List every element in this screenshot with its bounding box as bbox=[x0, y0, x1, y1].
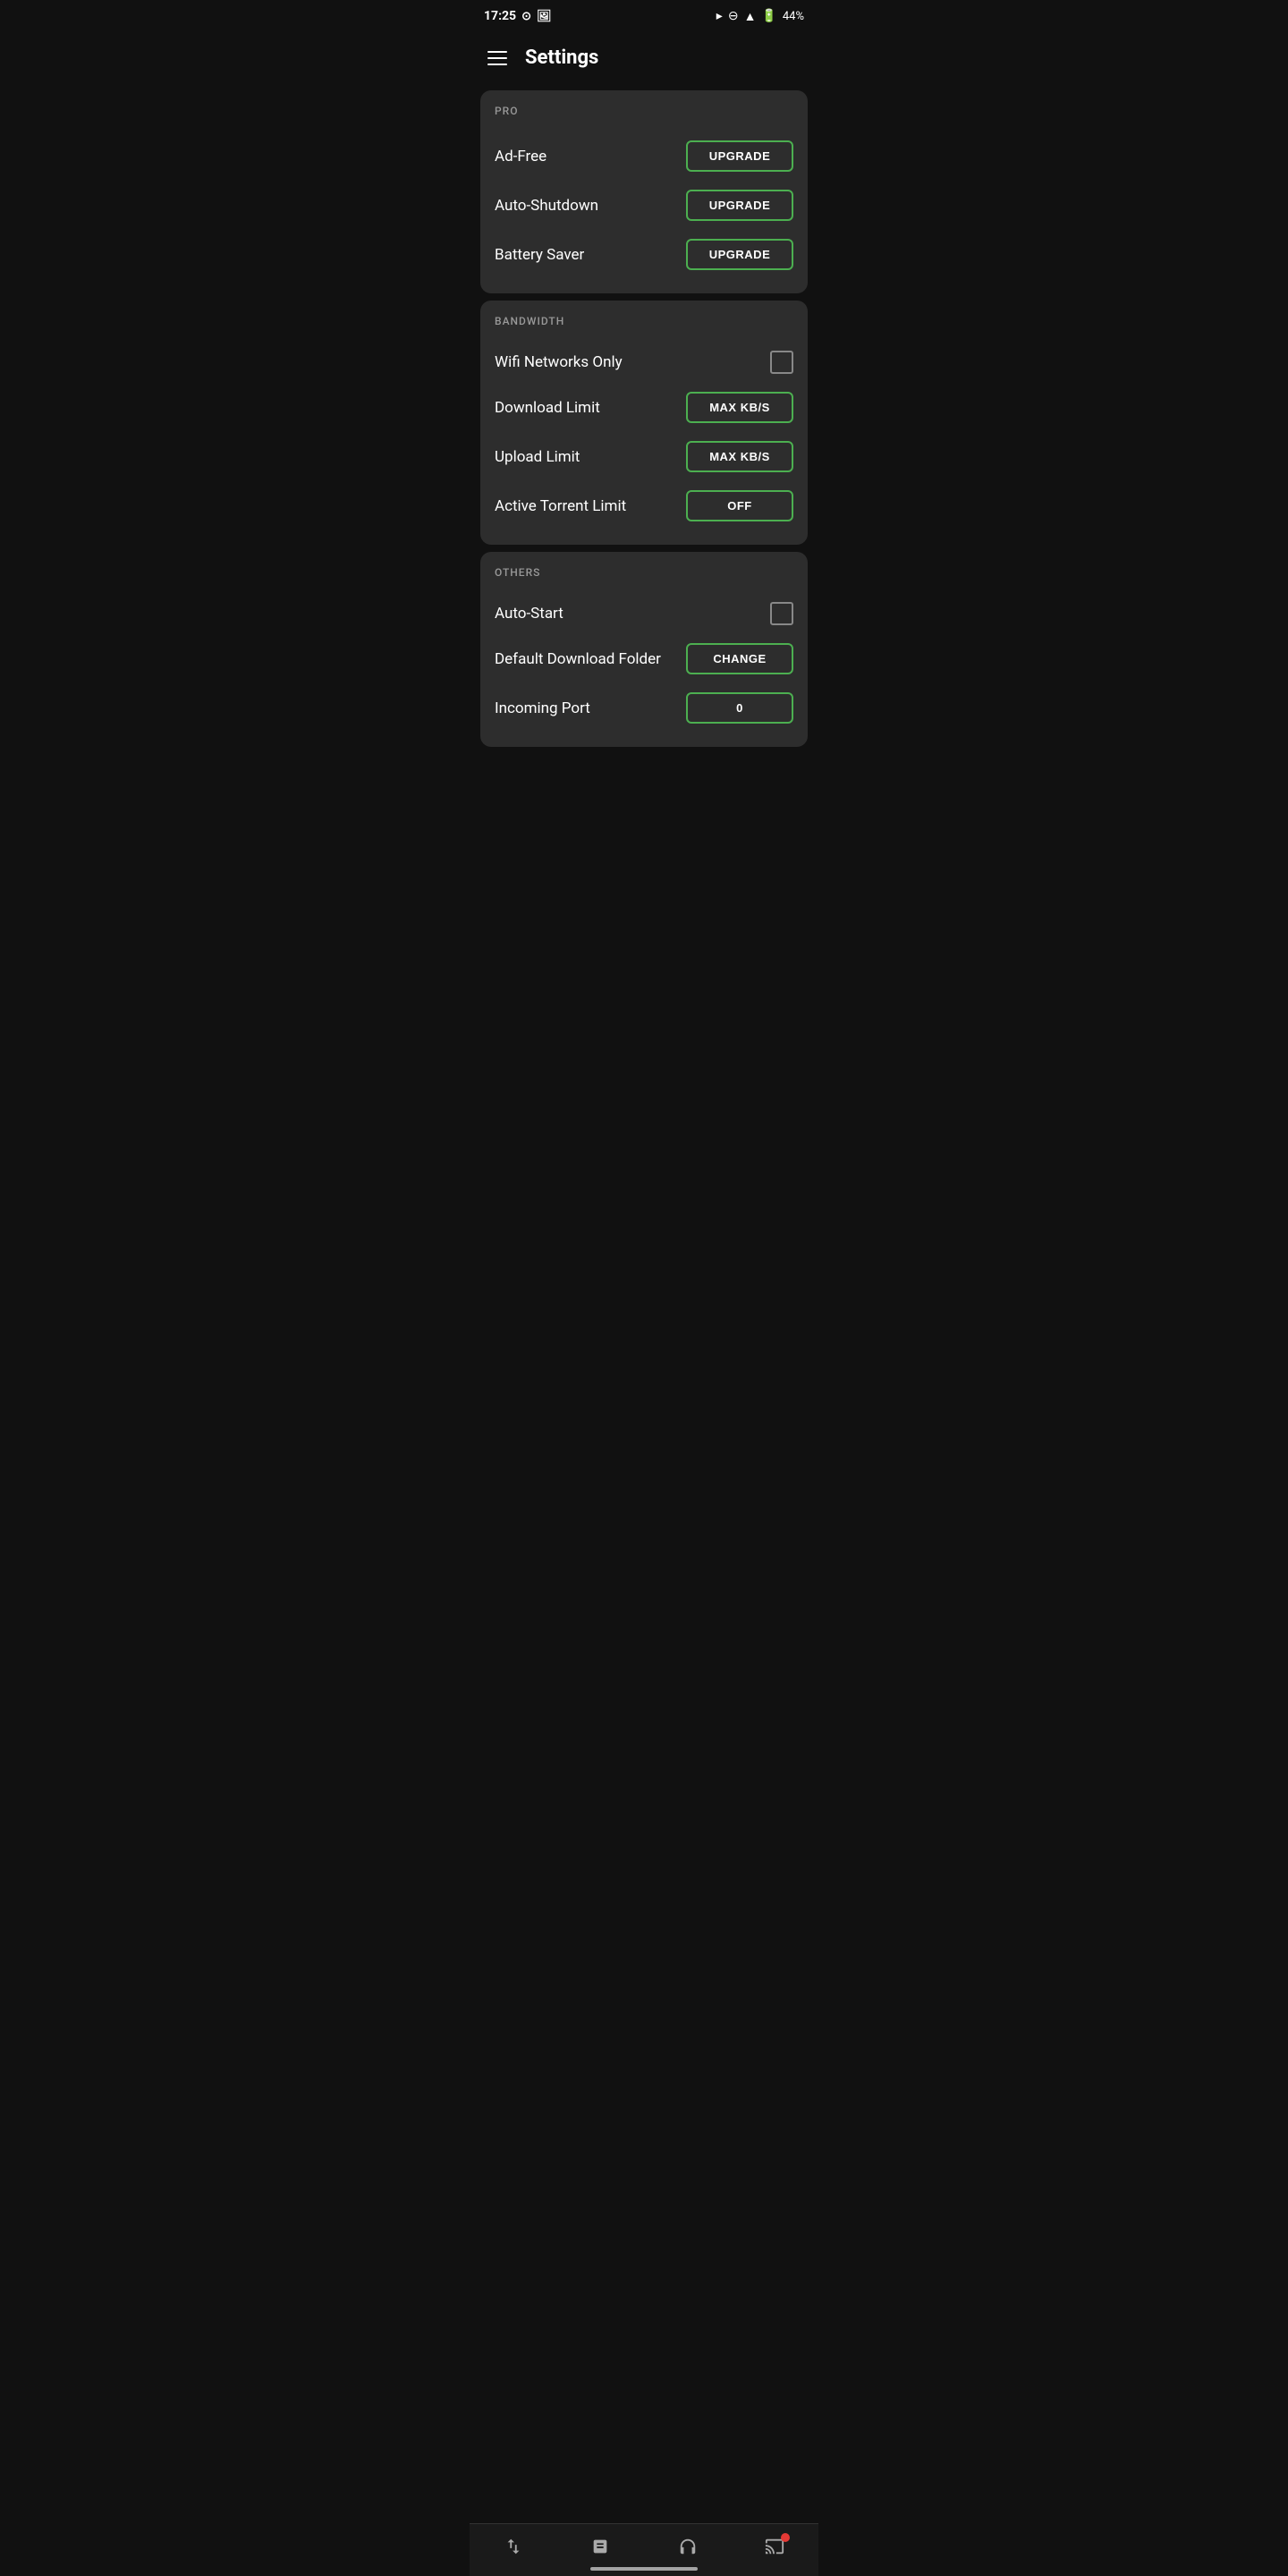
status-bar-left: 17:25 ⊙ 🖼 bbox=[484, 9, 552, 23]
setting-row-active-torrent-limit: Active Torrent Limit OFF bbox=[495, 481, 793, 530]
menu-button[interactable] bbox=[487, 51, 507, 65]
files-icon bbox=[590, 2537, 610, 2556]
nav-item-transfers[interactable] bbox=[504, 2537, 523, 2556]
setting-row-battery-saver: Battery Saver UPGRADE bbox=[495, 230, 793, 279]
cast-badge bbox=[781, 2533, 790, 2542]
default-download-folder-button[interactable]: CHANGE bbox=[686, 643, 793, 674]
nav-item-cast[interactable] bbox=[765, 2537, 784, 2556]
auto-shutdown-upgrade-button[interactable]: UPGRADE bbox=[686, 190, 793, 221]
battery-saver-upgrade-button[interactable]: UPGRADE bbox=[686, 239, 793, 270]
active-torrent-limit-button[interactable]: OFF bbox=[686, 490, 793, 521]
page-title: Settings bbox=[525, 47, 598, 69]
setting-row-auto-start: Auto-Start bbox=[495, 593, 793, 634]
hamburger-line-2 bbox=[487, 57, 507, 59]
setting-row-incoming-port: Incoming Port 0 bbox=[495, 683, 793, 733]
active-torrent-limit-label: Active Torrent Limit bbox=[495, 497, 686, 515]
signal-icon: ▲ bbox=[744, 9, 757, 24]
wifi-networks-only-checkbox[interactable] bbox=[770, 351, 793, 374]
headphones-icon bbox=[678, 2537, 698, 2556]
default-download-folder-label: Default Download Folder bbox=[495, 650, 686, 668]
transfers-icon bbox=[504, 2537, 523, 2556]
battery-percent: 44% bbox=[783, 10, 804, 23]
hamburger-line-1 bbox=[487, 51, 507, 53]
setting-row-upload-limit: Upload Limit MAX KB/S bbox=[495, 432, 793, 481]
app-icon-2: 🖼 bbox=[537, 10, 552, 23]
battery-icon: 🔋 bbox=[761, 9, 776, 23]
nav-item-audio[interactable] bbox=[678, 2537, 698, 2556]
ad-free-label: Ad-Free bbox=[495, 148, 686, 165]
bluetooth-icon: ▸ bbox=[716, 9, 723, 23]
download-limit-button[interactable]: MAX KB/S bbox=[686, 392, 793, 423]
auto-start-label: Auto-Start bbox=[495, 605, 770, 623]
content-area: PRO Ad-Free UPGRADE Auto-Shutdown UPGRAD… bbox=[470, 90, 818, 843]
incoming-port-label: Incoming Port bbox=[495, 699, 686, 717]
time-display: 17:25 bbox=[484, 9, 516, 23]
upload-limit-button[interactable]: MAX KB/S bbox=[686, 441, 793, 472]
auto-start-checkbox[interactable] bbox=[770, 602, 793, 625]
status-bar-right: ▸ ⊖ ▲ 🔋 44% bbox=[716, 9, 804, 24]
incoming-port-button[interactable]: 0 bbox=[686, 692, 793, 724]
section-bandwidth-label: BANDWIDTH bbox=[495, 315, 793, 327]
setting-row-default-download-folder: Default Download Folder CHANGE bbox=[495, 634, 793, 683]
nav-item-files[interactable] bbox=[590, 2537, 610, 2556]
setting-row-ad-free: Ad-Free UPGRADE bbox=[495, 131, 793, 181]
hamburger-line-3 bbox=[487, 64, 507, 65]
section-bandwidth: BANDWIDTH Wifi Networks Only Download Li… bbox=[480, 301, 808, 545]
wifi-networks-only-label: Wifi Networks Only bbox=[495, 353, 770, 371]
status-bar: 17:25 ⊙ 🖼 ▸ ⊖ ▲ 🔋 44% bbox=[470, 0, 818, 32]
section-pro: PRO Ad-Free UPGRADE Auto-Shutdown UPGRAD… bbox=[480, 90, 808, 293]
upload-limit-label: Upload Limit bbox=[495, 448, 686, 466]
section-others-label: OTHERS bbox=[495, 566, 793, 579]
home-indicator bbox=[590, 2567, 698, 2571]
download-limit-label: Download Limit bbox=[495, 399, 686, 417]
do-not-disturb-icon: ⊖ bbox=[728, 9, 739, 23]
setting-row-wifi-only: Wifi Networks Only bbox=[495, 342, 793, 383]
setting-row-auto-shutdown: Auto-Shutdown UPGRADE bbox=[495, 181, 793, 230]
section-pro-label: PRO bbox=[495, 105, 793, 117]
setting-row-download-limit: Download Limit MAX KB/S bbox=[495, 383, 793, 432]
ad-free-upgrade-button[interactable]: UPGRADE bbox=[686, 140, 793, 172]
section-others: OTHERS Auto-Start Default Download Folde… bbox=[480, 552, 808, 747]
app-icon-1: ⊙ bbox=[521, 10, 531, 23]
battery-saver-label: Battery Saver bbox=[495, 246, 686, 264]
header: Settings bbox=[470, 32, 818, 83]
auto-shutdown-label: Auto-Shutdown bbox=[495, 197, 686, 215]
